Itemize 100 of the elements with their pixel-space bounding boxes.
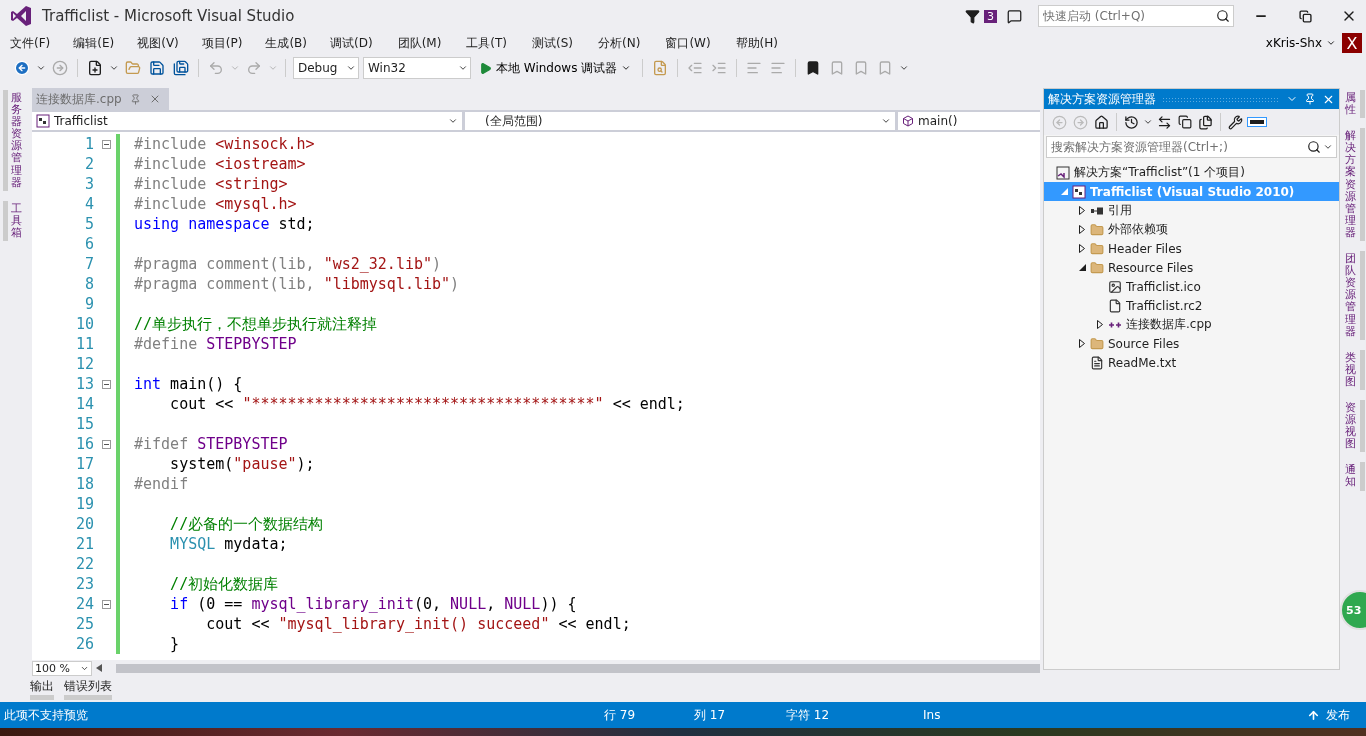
collapse-arrow-icon[interactable] xyxy=(1078,264,1086,271)
line-number: 5 xyxy=(84,214,95,234)
undo-icon xyxy=(208,60,224,76)
code-line: cout << "mysql_library_init() succeed" << endl; xyxy=(205,614,632,634)
tab-label[interactable]: 连接数据库.cpp xyxy=(36,90,122,108)
menu-item[interactable]: 生成(B) xyxy=(259,32,313,54)
side-tab[interactable]: 解决方案资源管理器 xyxy=(1341,128,1365,242)
tree-item[interactable]: Resource Files xyxy=(1044,258,1339,277)
line-number: 19 xyxy=(75,494,95,514)
save-button[interactable] xyxy=(147,58,167,78)
zoom-dropdown[interactable]: 100 % xyxy=(32,660,92,676)
scroll-left-icon[interactable] xyxy=(96,664,102,672)
menu-item[interactable]: 调试(D) xyxy=(324,32,379,54)
tree-item[interactable]: Trafficlist.rc2 xyxy=(1044,296,1339,315)
document-tab[interactable]: 连接数据库.cpp xyxy=(32,88,169,110)
expand-arrow-icon[interactable] xyxy=(1079,225,1085,234)
menu-item[interactable]: 项目(P) xyxy=(195,32,249,54)
collapse-all-button[interactable] xyxy=(1176,113,1194,131)
arrows-icon xyxy=(1157,114,1172,130)
back-button[interactable] xyxy=(12,58,32,78)
caret-icon xyxy=(458,63,468,73)
save-all-button[interactable] xyxy=(171,58,191,78)
expand-arrow-icon[interactable] xyxy=(1079,206,1085,215)
menu-item[interactable]: 团队(M) xyxy=(391,32,448,54)
caret-icon xyxy=(346,63,356,73)
outdent-icon xyxy=(687,60,704,76)
line-number: 22 xyxy=(75,554,95,574)
save-all-icon xyxy=(173,60,189,76)
menu-item[interactable]: 分析(N) xyxy=(592,32,647,54)
code-line: MYSQL mydata; xyxy=(169,534,289,554)
menu-item[interactable]: 编辑(E) xyxy=(67,32,121,54)
collapse-icon[interactable] xyxy=(101,139,111,149)
side-tab[interactable]: 属性 xyxy=(1341,90,1365,119)
run-button[interactable]: 本地 Windows 调试器 xyxy=(475,59,636,77)
line-number: 6 xyxy=(84,234,95,254)
folder-icon xyxy=(125,60,141,76)
expand-arrow-icon[interactable] xyxy=(1097,320,1103,329)
caret-icon xyxy=(1323,142,1333,152)
project-dropdown[interactable]: Trafficlist xyxy=(32,112,462,130)
collapse-icon[interactable] xyxy=(101,599,111,609)
line-number: 26 xyxy=(75,634,95,654)
project-icon xyxy=(1072,184,1086,199)
solution-icon xyxy=(1056,165,1070,180)
side-tab[interactable]: 类视图 xyxy=(1341,349,1365,390)
search-field[interactable]: 搜索解决方案资源管理器(Ctrl+;) xyxy=(1046,136,1337,158)
side-tab[interactable]: 通知 xyxy=(1341,462,1365,491)
collapse-icon[interactable] xyxy=(101,379,111,389)
tree-item[interactable]: Source Files xyxy=(1044,334,1339,353)
preview-button[interactable] xyxy=(1247,117,1267,127)
pin-icon[interactable] xyxy=(1304,93,1316,105)
line-number: 8 xyxy=(84,274,95,294)
status-message: 此项不支持预览 xyxy=(4,706,89,724)
publish-button[interactable]: 发布 xyxy=(1301,705,1356,725)
folder-icon xyxy=(1090,336,1104,351)
menu-item[interactable]: 窗口(W) xyxy=(659,32,717,54)
expand-arrow-icon[interactable] xyxy=(1079,339,1085,348)
menu-item[interactable]: 帮助(H) xyxy=(729,32,784,54)
line-number: 7 xyxy=(84,254,95,274)
restore-icon xyxy=(1298,9,1312,23)
line-number: 2 xyxy=(84,154,95,174)
notification-count: 3 xyxy=(984,9,997,23)
folder-icon xyxy=(1090,260,1104,275)
side-tab[interactable]: 团队资源管理器 xyxy=(1341,251,1365,340)
scope-dropdown[interactable]: (全局范围) xyxy=(465,112,895,130)
line-number: 16 xyxy=(75,434,95,454)
code-line: #pragma comment(lib, "ws2_32.lib") xyxy=(134,254,443,274)
line-number: 1 xyxy=(84,134,95,154)
menu-item[interactable]: 视图(V) xyxy=(131,32,185,54)
collapse-icon[interactable] xyxy=(101,439,111,449)
search-icon xyxy=(1216,9,1230,23)
tree-item[interactable]: 解决方案“Trafficlist”(1 个项目) xyxy=(1044,163,1339,182)
home-icon xyxy=(1094,114,1109,130)
insert-mode: Ins xyxy=(923,708,941,722)
menu-item[interactable]: 文件(F) xyxy=(4,32,57,54)
feedback-icon[interactable] xyxy=(1007,8,1022,24)
code-line: #ifdef STEPBYSTEP xyxy=(134,434,289,454)
menu-item[interactable]: 测试(S) xyxy=(526,32,580,54)
side-tab[interactable]: 服务器资源管理器 xyxy=(2,90,26,191)
tree-item[interactable]: Trafficlist.ico xyxy=(1044,277,1339,296)
tree-item[interactable]: Header Files xyxy=(1044,239,1339,258)
code-line: #include <iostream> xyxy=(134,154,307,174)
account-menu[interactable]: xKris-Shx xyxy=(1265,36,1336,50)
horizontal-scrollbar[interactable] xyxy=(116,663,1040,673)
redo-icon xyxy=(246,60,262,76)
side-tab[interactable]: 工具箱 xyxy=(2,200,26,242)
tree-item[interactable]: 连接数据库.cpp xyxy=(1044,315,1339,334)
member-dropdown[interactable]: main() xyxy=(898,112,1040,130)
tree-item[interactable]: 外部依赖项 xyxy=(1044,220,1339,239)
expand-arrow-icon[interactable] xyxy=(1079,244,1085,253)
filter-icon[interactable] xyxy=(965,8,980,24)
tree-item[interactable]: ReadMe.txt xyxy=(1044,353,1339,372)
code-line: #endif xyxy=(134,474,190,494)
platform-dropdown[interactable]: Win32 xyxy=(363,57,471,79)
menu-item[interactable]: 工具(T) xyxy=(460,32,514,54)
configuration-dropdown[interactable]: Debug xyxy=(293,57,359,79)
code-line: //初始化数据库 xyxy=(169,574,280,594)
tree-item[interactable]: 引用 xyxy=(1044,201,1339,220)
side-tab[interactable]: 资源视图 xyxy=(1341,399,1365,453)
quick-launch-field[interactable]: 快速启动 (Ctrl+Q) xyxy=(1038,5,1234,27)
caret-icon xyxy=(109,63,119,73)
